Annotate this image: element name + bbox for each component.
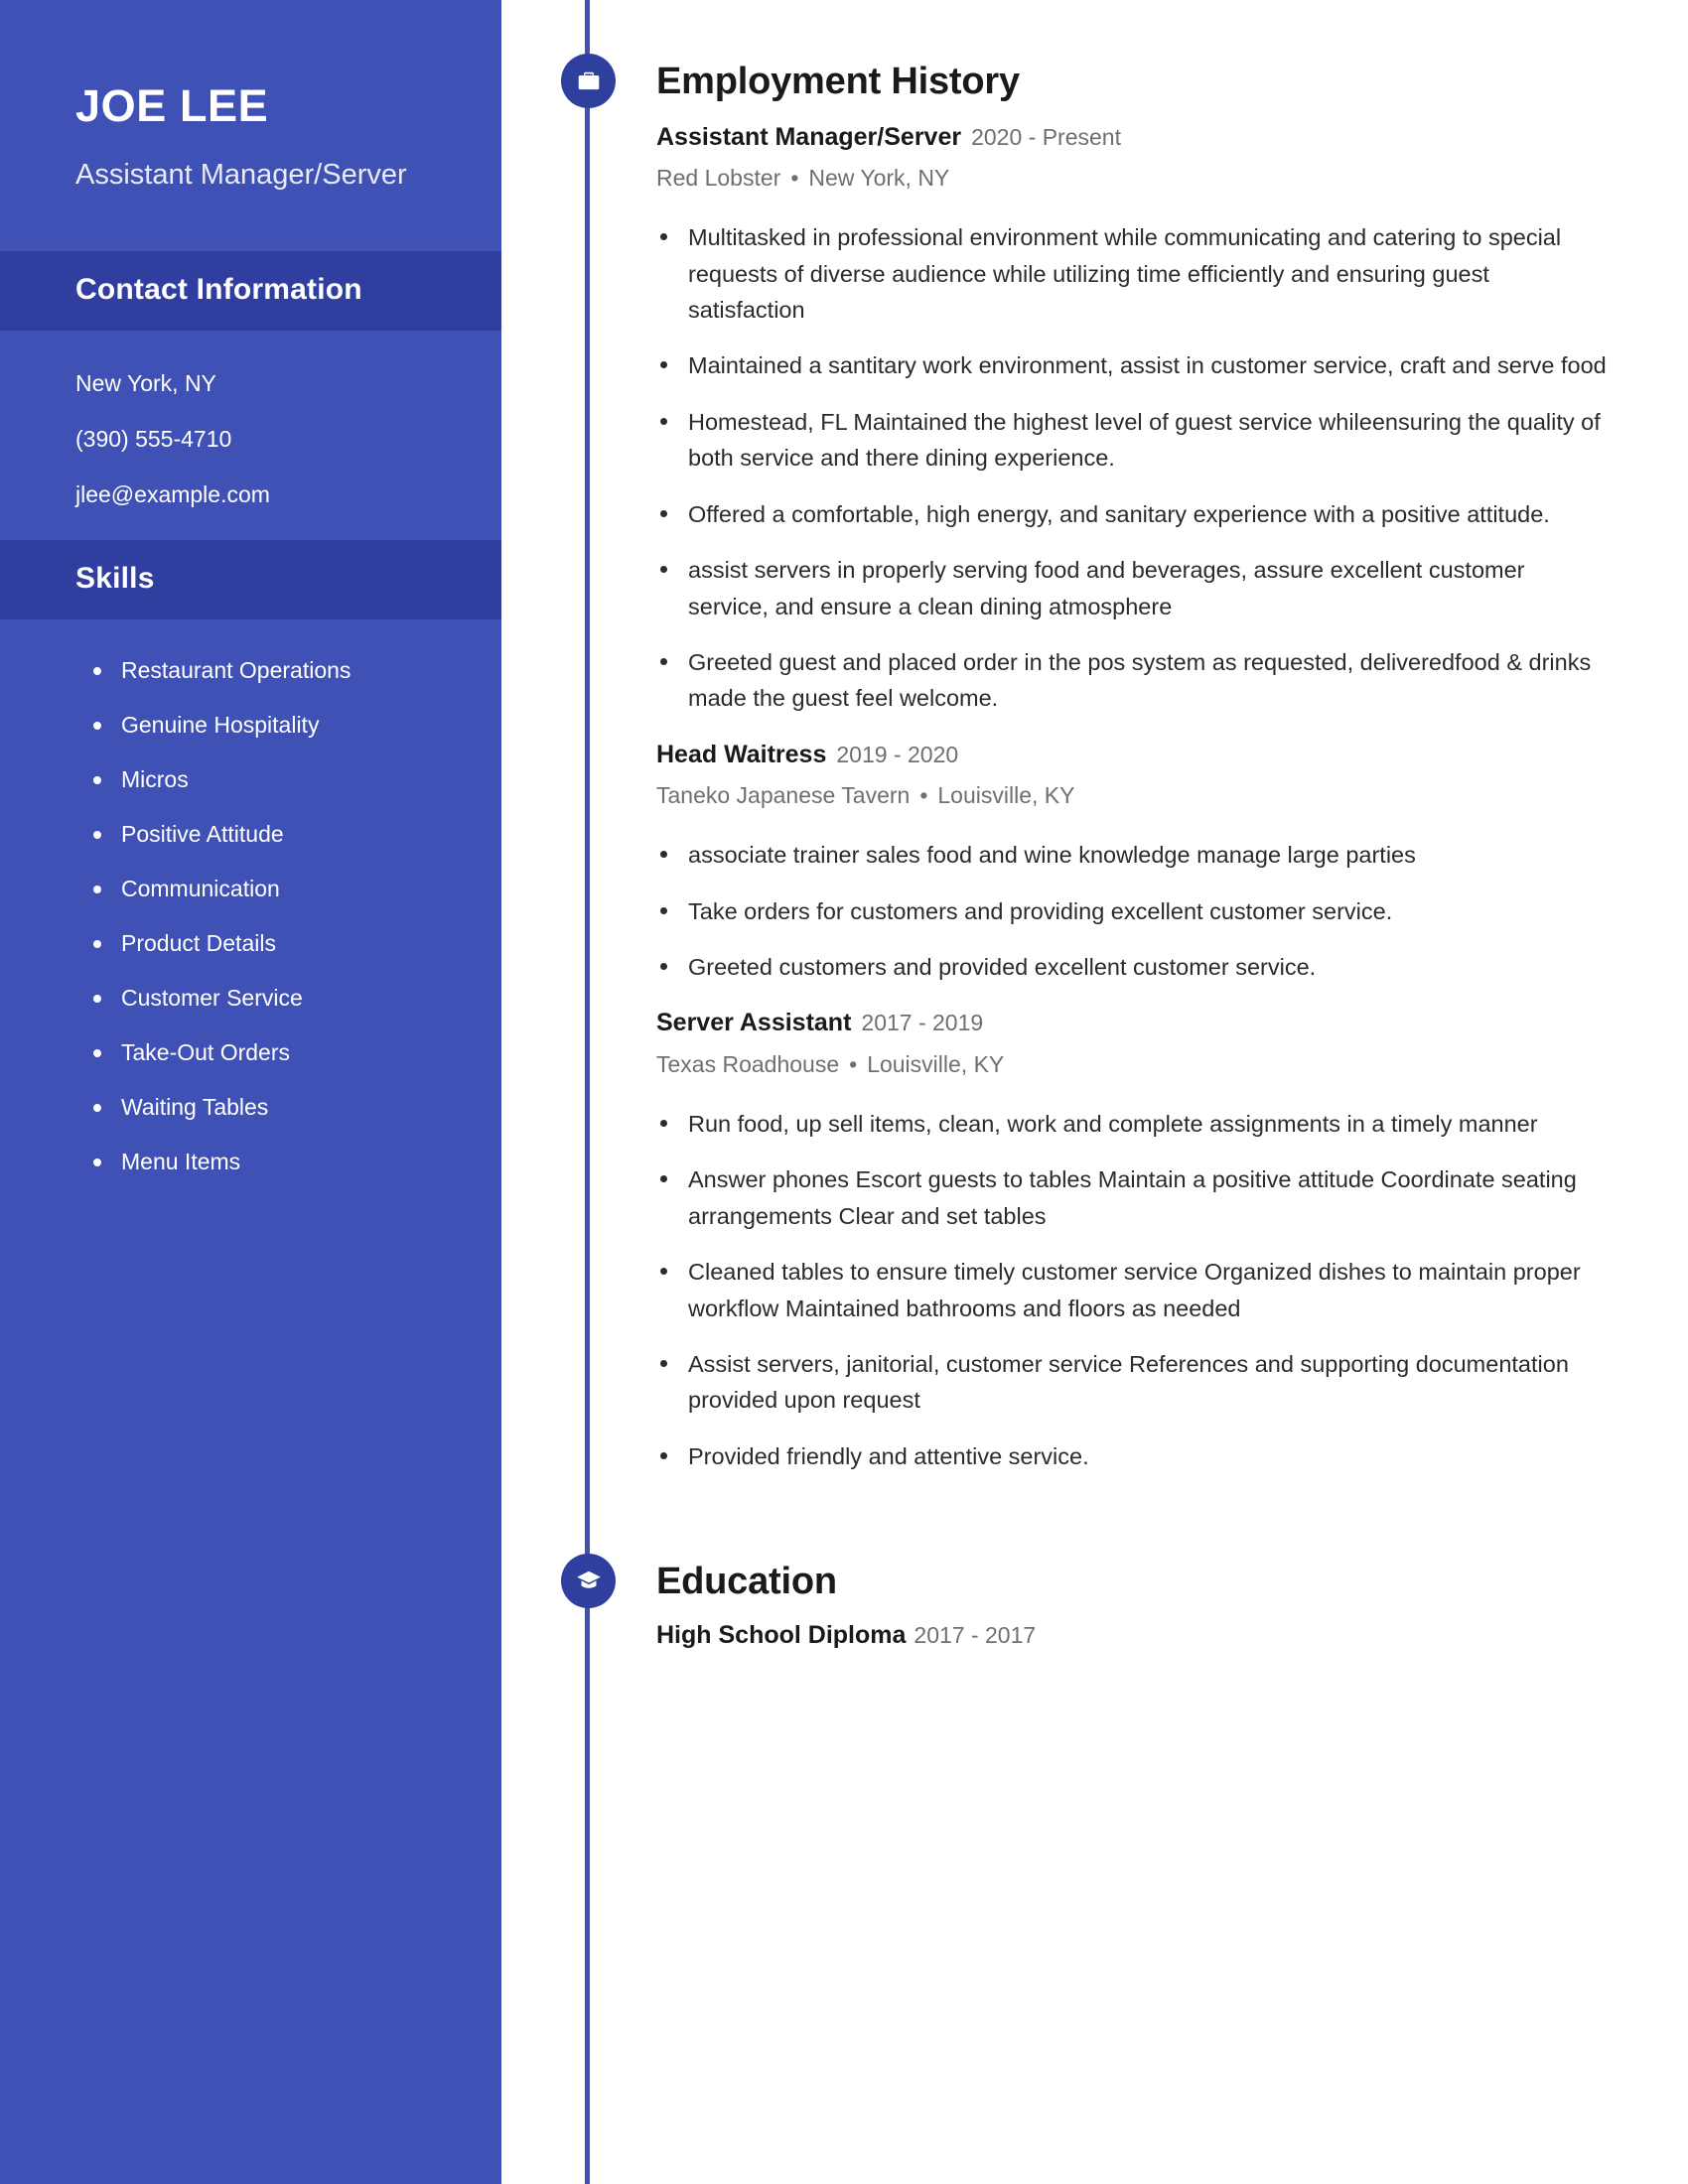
resume-page: JOE LEE Assistant Manager/Server Contact… bbox=[0, 0, 1688, 2184]
skill-item: Communication bbox=[91, 874, 426, 904]
employment-history-heading: Employment History bbox=[656, 61, 1020, 102]
job-bullet: Multitasked in professional environment … bbox=[656, 219, 1611, 328]
education-dates: 2017 - 2017 bbox=[914, 1622, 1037, 1649]
job-headline: Head Waitress 2019 - 2020 bbox=[656, 739, 1611, 771]
job-bullet: Greeted customers and provided excellent… bbox=[656, 949, 1611, 985]
job-bullets: Multitasked in professional environment … bbox=[656, 219, 1611, 717]
contact-information-heading: Contact Information bbox=[75, 272, 362, 306]
full-name: JOE LEE bbox=[75, 80, 269, 131]
job-entry: Head Waitress 2019 - 2020 Taneko Japanese… bbox=[656, 739, 1611, 986]
job-role: Assistant Manager/Server bbox=[656, 122, 962, 151]
job-company: Texas Roadhouse bbox=[656, 1050, 840, 1077]
job-meta: Texas Roadhouse • Louisville, KY bbox=[656, 1050, 1611, 1080]
graduation-cap-icon bbox=[561, 1554, 616, 1609]
job-company: Taneko Japanese Tavern bbox=[656, 782, 911, 809]
job-role: Server Assistant bbox=[656, 1009, 852, 1037]
skill-item: Waiting Tables bbox=[91, 1092, 426, 1123]
education-header: Education bbox=[561, 1554, 1611, 1609]
job-bullet: Take orders for customers and providing … bbox=[656, 893, 1611, 929]
skills-heading: Skills bbox=[75, 561, 155, 595]
skill-item: Micros bbox=[91, 764, 426, 795]
skill-item: Positive Attitude bbox=[91, 819, 426, 850]
job-dates: 2019 - 2020 bbox=[836, 741, 959, 767]
job-meta: Taneko Japanese Tavern • Louisville, KY bbox=[656, 781, 1611, 811]
job-dates: 2020 - Present bbox=[971, 123, 1121, 150]
job-bullet: Run food, up sell items, clean, work and… bbox=[656, 1106, 1611, 1142]
sidebar: JOE LEE Assistant Manager/Server Contact… bbox=[0, 0, 501, 2184]
contact-information-header: Contact Information bbox=[0, 250, 501, 331]
job-bullets: associate trainer sales food and wine kn… bbox=[656, 837, 1611, 985]
contact-location: New York, NY bbox=[75, 369, 216, 396]
education-heading: Education bbox=[656, 1561, 837, 1603]
skills-header: Skills bbox=[0, 539, 501, 619]
job-bullets: Run food, up sell items, clean, work and… bbox=[656, 1106, 1611, 1474]
job-location: New York, NY bbox=[808, 165, 950, 192]
name-block: JOE LEE Assistant Manager/Server bbox=[0, 0, 501, 251]
briefcase-icon bbox=[561, 54, 616, 108]
main-content: Employment History Assistant Manager/Ser… bbox=[501, 0, 1688, 2184]
job-bullet: Greeted guest and placed order in the po… bbox=[656, 644, 1611, 717]
skill-item: Menu Items bbox=[91, 1147, 426, 1177]
education-entry: High School Diploma 2017 - 2017 bbox=[656, 1619, 1611, 1652]
job-bullet: Cleaned tables to ensure timely customer… bbox=[656, 1254, 1611, 1326]
job-bullet: Homestead, FL Maintained the highest lev… bbox=[656, 404, 1611, 477]
meta-separator: • bbox=[849, 1050, 858, 1077]
skill-item: Product Details bbox=[91, 928, 426, 959]
employment-history-header: Employment History bbox=[561, 54, 1611, 108]
meta-separator: • bbox=[790, 165, 799, 192]
job-location: Louisville, KY bbox=[937, 782, 1075, 809]
education-section: Education High School Diploma 2017 - 2017 bbox=[561, 1554, 1611, 1652]
job-bullet: Answer phones Escort guests to tables Ma… bbox=[656, 1161, 1611, 1234]
job-company: Red Lobster bbox=[656, 165, 781, 192]
skill-item: Customer Service bbox=[91, 983, 426, 1014]
job-location: Louisville, KY bbox=[867, 1050, 1005, 1077]
contact-email[interactable]: jlee@example.com bbox=[75, 479, 426, 510]
job-headline: Server Assistant 2017 - 2019 bbox=[656, 1007, 1611, 1039]
main-inner: Employment History Assistant Manager/Ser… bbox=[561, 0, 1611, 1652]
meta-separator: • bbox=[919, 782, 928, 809]
skills-list: Restaurant Operations Genuine Hospitalit… bbox=[0, 619, 501, 1207]
skill-item: Take-Out Orders bbox=[91, 1037, 426, 1068]
job-bullet: assist servers in properly serving food … bbox=[656, 552, 1611, 624]
skill-item: Genuine Hospitality bbox=[91, 710, 426, 741]
job-entry: Server Assistant 2017 - 2019 Texas Roadho… bbox=[656, 1007, 1611, 1474]
job-bullet: Assist servers, janitorial, customer ser… bbox=[656, 1346, 1611, 1419]
job-meta: Red Lobster • New York, NY bbox=[656, 164, 1611, 194]
job-bullet: Maintained a santitary work environment,… bbox=[656, 347, 1611, 383]
job-bullet: Offered a comfortable, high energy, and … bbox=[656, 496, 1611, 532]
job-title-subtitle: Assistant Manager/Server bbox=[75, 158, 407, 191]
education-degree: High School Diploma bbox=[656, 1621, 907, 1650]
employment-history-section: Employment History Assistant Manager/Ser… bbox=[561, 54, 1611, 1474]
job-dates: 2017 - 2019 bbox=[861, 1010, 984, 1036]
contact-phone[interactable]: (390) 555-4710 bbox=[75, 424, 426, 455]
contact-list: New York, NY (390) 555-4710 jlee@example… bbox=[0, 331, 501, 540]
job-bullet: Provided friendly and attentive service. bbox=[656, 1438, 1611, 1474]
job-headline: Assistant Manager/Server 2020 - Present bbox=[656, 121, 1611, 154]
job-role: Head Waitress bbox=[656, 740, 827, 768]
job-entry: Assistant Manager/Server 2020 - Present R… bbox=[656, 121, 1611, 717]
skill-item: Restaurant Operations bbox=[91, 655, 426, 686]
job-bullet: associate trainer sales food and wine kn… bbox=[656, 837, 1611, 873]
